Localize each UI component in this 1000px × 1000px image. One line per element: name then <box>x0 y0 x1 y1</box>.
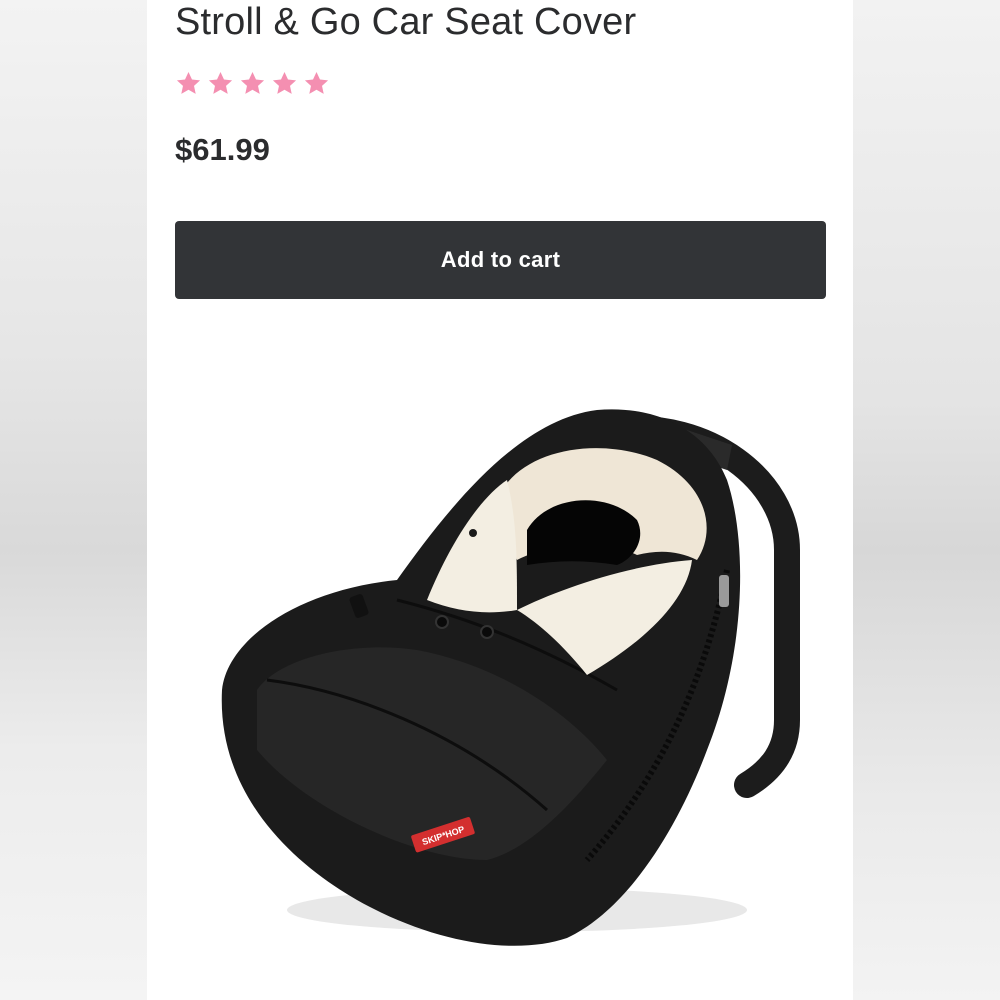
star-icon <box>304 72 329 94</box>
blurred-right-backdrop <box>853 0 1000 1000</box>
product-page: Stroll & Go Car Seat Cover $61.99 Add to… <box>147 0 853 1000</box>
add-to-cart-button[interactable]: Add to cart <box>175 221 826 299</box>
product-price: $61.99 <box>175 132 270 167</box>
star-icon <box>240 72 265 94</box>
product-image[interactable]: SKIP*HOP <box>187 390 807 950</box>
star-icon <box>176 72 201 94</box>
product-title: Stroll & Go Car Seat Cover <box>175 1 637 43</box>
star-rating <box>175 70 330 97</box>
star-icon <box>272 72 297 94</box>
star-icon <box>208 72 233 94</box>
blurred-left-backdrop <box>0 0 147 1000</box>
